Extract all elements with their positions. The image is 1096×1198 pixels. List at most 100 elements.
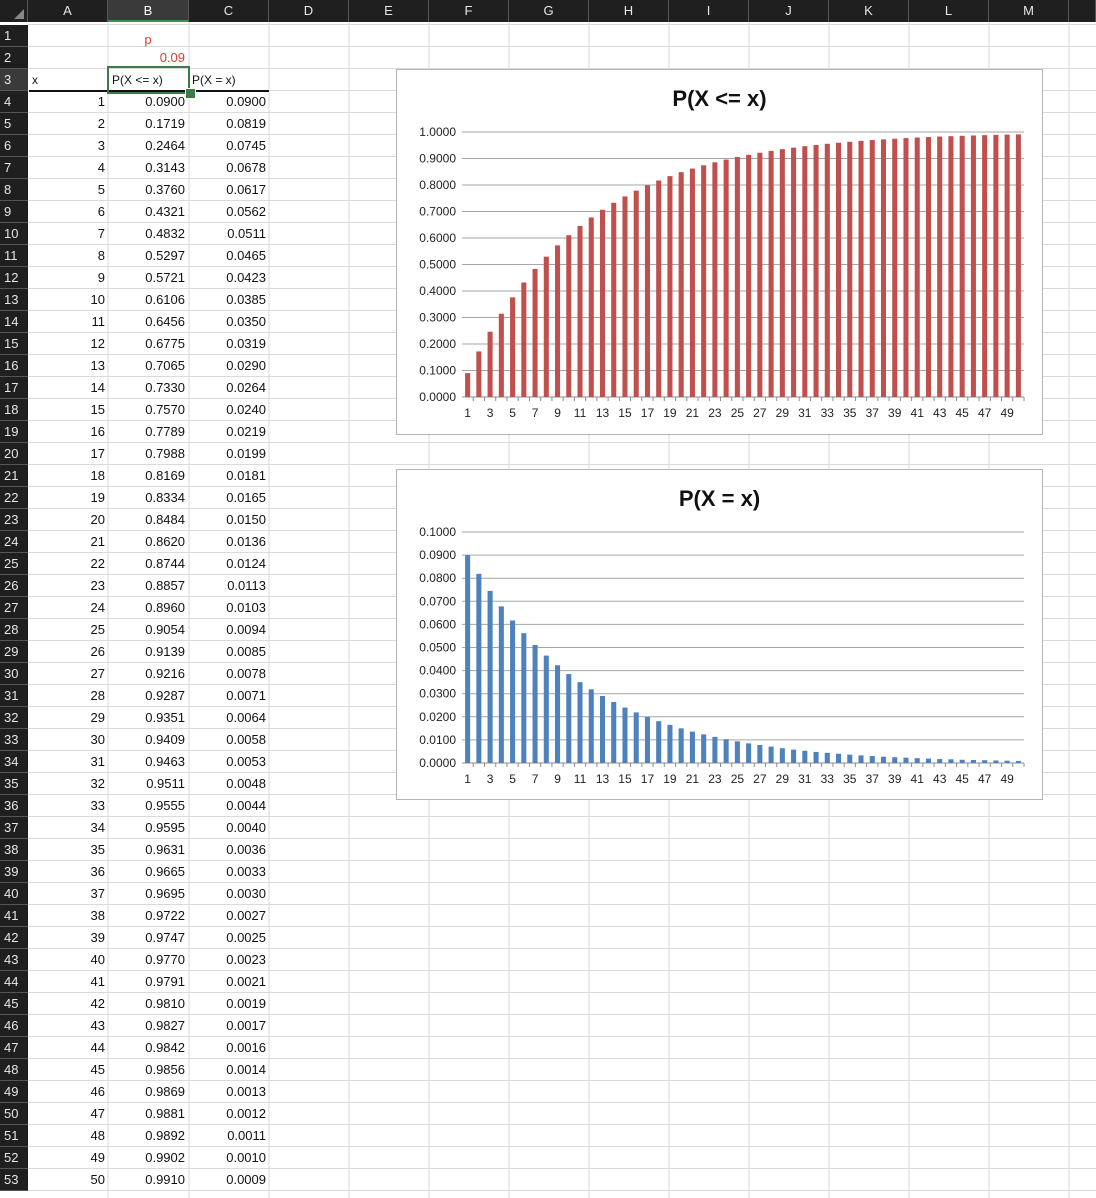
cell-pmf[interactable]: 0.0240 xyxy=(189,399,269,421)
cell-x[interactable]: 19 xyxy=(28,487,108,509)
cell-cdf[interactable]: 0.9770 xyxy=(108,949,188,971)
row-header[interactable]: 26 xyxy=(0,575,28,597)
cell-pmf[interactable]: 0.0025 xyxy=(189,927,269,949)
cell-cdf[interactable]: 0.9287 xyxy=(108,685,188,707)
cell-cdf[interactable]: 0.6106 xyxy=(108,289,188,311)
row-header[interactable]: 19 xyxy=(0,421,28,443)
cell-cdf[interactable]: 0.9463 xyxy=(108,751,188,773)
cell-pmf[interactable]: 0.0017 xyxy=(189,1015,269,1037)
cell-x[interactable]: 32 xyxy=(28,773,108,795)
cell-cdf[interactable]: 0.9791 xyxy=(108,971,188,993)
row-header[interactable]: 35 xyxy=(0,773,28,795)
cell-x[interactable]: 49 xyxy=(28,1147,108,1169)
row-header[interactable]: 25 xyxy=(0,553,28,575)
row-header[interactable]: 48 xyxy=(0,1059,28,1081)
cell-pmf[interactable]: 0.0511 xyxy=(189,223,269,245)
cell-cdf[interactable]: 0.7789 xyxy=(108,421,188,443)
cell-cdf[interactable]: 0.8960 xyxy=(108,597,188,619)
column-header-k[interactable]: K xyxy=(829,0,909,22)
cell-pmf[interactable]: 0.0678 xyxy=(189,157,269,179)
cell-pmf[interactable]: 0.0040 xyxy=(189,817,269,839)
column-header-b[interactable]: B xyxy=(108,0,189,22)
column-header-i[interactable]: I xyxy=(669,0,749,22)
cell-cdf[interactable]: 0.5721 xyxy=(108,267,188,289)
cell-pmf[interactable]: 0.0819 xyxy=(189,113,269,135)
row-header[interactable]: 16 xyxy=(0,355,28,377)
cell-cdf[interactable]: 0.3143 xyxy=(108,157,188,179)
cell-cdf[interactable]: 0.9869 xyxy=(108,1081,188,1103)
column-header-m[interactable]: M xyxy=(989,0,1069,22)
cell-x[interactable]: 38 xyxy=(28,905,108,927)
cell-cdf[interactable]: 0.9555 xyxy=(108,795,188,817)
column-header-c[interactable]: C xyxy=(189,0,269,22)
cell-x[interactable]: 6 xyxy=(28,201,108,223)
pmf-chart[interactable]: P(X = x) 0.0000 0.0100 0.0200 0.0300 0.0400 0… xyxy=(396,469,1043,800)
row-header[interactable]: 18 xyxy=(0,399,28,421)
cell-x[interactable]: 20 xyxy=(28,509,108,531)
row-header[interactable]: 6 xyxy=(0,135,28,157)
cell-cdf[interactable]: 0.9892 xyxy=(108,1125,188,1147)
cell-pmf[interactable]: 0.0113 xyxy=(189,575,269,597)
cell-x[interactable]: 26 xyxy=(28,641,108,663)
cell-cdf[interactable]: 0.9810 xyxy=(108,993,188,1015)
cell-cdf[interactable]: 0.9054 xyxy=(108,619,188,641)
cell-cdf[interactable]: 0.9409 xyxy=(108,729,188,751)
cell-x[interactable]: 36 xyxy=(28,861,108,883)
cell-cdf[interactable]: 0.9856 xyxy=(108,1059,188,1081)
cell-pmf[interactable]: 0.0085 xyxy=(189,641,269,663)
cell-x[interactable]: 48 xyxy=(28,1125,108,1147)
cell-x[interactable]: 21 xyxy=(28,531,108,553)
cell-x[interactable]: 31 xyxy=(28,751,108,773)
cell-pmf[interactable]: 0.0423 xyxy=(189,267,269,289)
row-header[interactable]: 17 xyxy=(0,377,28,399)
row-header[interactable]: 23 xyxy=(0,509,28,531)
cell-cdf[interactable]: 0.8169 xyxy=(108,465,188,487)
cell-pmf[interactable]: 0.0053 xyxy=(189,751,269,773)
cell-x[interactable]: 50 xyxy=(28,1169,108,1191)
cell-pmf[interactable]: 0.0103 xyxy=(189,597,269,619)
cell-pmf[interactable]: 0.0019 xyxy=(189,993,269,1015)
cell-cdf[interactable]: 0.3760 xyxy=(108,179,188,201)
cell-pmf[interactable]: 0.0030 xyxy=(189,883,269,905)
row-header[interactable]: 24 xyxy=(0,531,28,553)
cell-pmf[interactable]: 0.0199 xyxy=(189,443,269,465)
row-header[interactable]: 51 xyxy=(0,1125,28,1147)
column-header-d[interactable]: D xyxy=(269,0,349,22)
cell-x[interactable]: 45 xyxy=(28,1059,108,1081)
row-header[interactable]: 36 xyxy=(0,795,28,817)
row-header[interactable]: 30 xyxy=(0,663,28,685)
row-header[interactable]: 31 xyxy=(0,685,28,707)
cell-pmf[interactable]: 0.0617 xyxy=(189,179,269,201)
row-header[interactable]: 28 xyxy=(0,619,28,641)
column-header-e[interactable]: E xyxy=(349,0,429,22)
cell-pmf[interactable]: 0.0058 xyxy=(189,729,269,751)
row-header[interactable]: 39 xyxy=(0,861,28,883)
cell-cdf[interactable]: 0.8484 xyxy=(108,509,188,531)
cell-x[interactable]: 29 xyxy=(28,707,108,729)
cell-x[interactable]: 47 xyxy=(28,1103,108,1125)
cell-pmf[interactable]: 0.0165 xyxy=(189,487,269,509)
cell-x[interactable]: 8 xyxy=(28,245,108,267)
cell-cdf[interactable]: 0.8334 xyxy=(108,487,188,509)
cell-x[interactable]: 7 xyxy=(28,223,108,245)
cell-pmf[interactable]: 0.0350 xyxy=(189,311,269,333)
cell-x[interactable]: 39 xyxy=(28,927,108,949)
cell-pmf[interactable]: 0.0465 xyxy=(189,245,269,267)
cell-x[interactable]: 3 xyxy=(28,135,108,157)
cell-x[interactable]: 24 xyxy=(28,597,108,619)
cell-x[interactable]: 25 xyxy=(28,619,108,641)
cell-pmf[interactable]: 0.0071 xyxy=(189,685,269,707)
row-header[interactable]: 12 xyxy=(0,267,28,289)
cdf-chart[interactable]: P(X <= x) 0.0000 0.1000 0.2000 0.3000 0.4000… xyxy=(396,69,1043,435)
column-header-l[interactable]: L xyxy=(909,0,989,22)
cell-x[interactable]: 28 xyxy=(28,685,108,707)
cell-pmf[interactable]: 0.0385 xyxy=(189,289,269,311)
row-header[interactable]: 32 xyxy=(0,707,28,729)
cell-x[interactable]: 42 xyxy=(28,993,108,1015)
row-header[interactable]: 2 xyxy=(0,47,28,69)
cell-x[interactable]: 23 xyxy=(28,575,108,597)
cell-pmf[interactable]: 0.0745 xyxy=(189,135,269,157)
cell-x[interactable]: 12 xyxy=(28,333,108,355)
row-header[interactable]: 33 xyxy=(0,729,28,751)
cell-pmf[interactable]: 0.0290 xyxy=(189,355,269,377)
